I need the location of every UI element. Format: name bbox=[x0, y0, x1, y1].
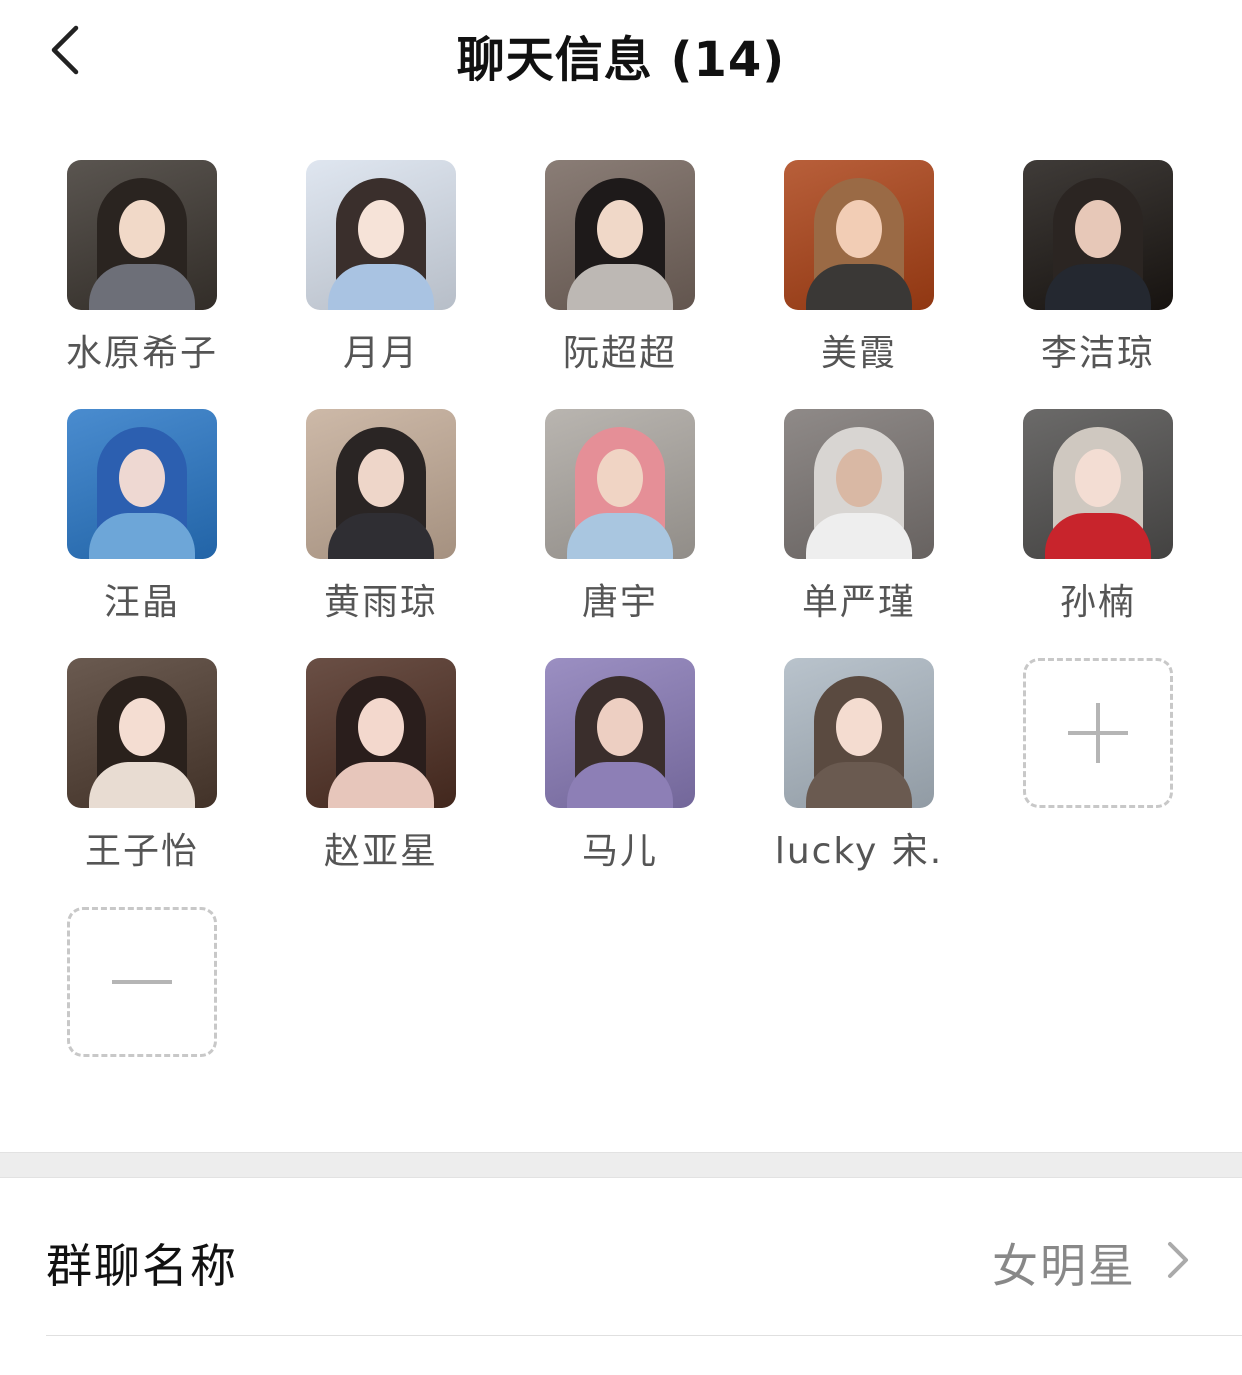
member-item[interactable]: 赵亚星 bbox=[281, 658, 481, 888]
member-name: 李洁琼 bbox=[1040, 333, 1155, 374]
chat-info-page: 聊天信息 (14) 水原希子 月月 阮超超 美霞 李洁琼汪晶 黄雨琼 唐宇 单严瑾 孙楠王子怡 赵… bbox=[0, 0, 1242, 1375]
group-name-value: 女明星 bbox=[992, 1239, 1136, 1293]
member-name: 赵亚星 bbox=[323, 831, 438, 872]
plus-icon bbox=[1068, 703, 1128, 763]
member-item[interactable]: 王子怡 bbox=[42, 658, 242, 888]
avatar[interactable] bbox=[784, 409, 934, 559]
member-name: 马儿 bbox=[581, 831, 658, 872]
member-item[interactable]: 水原希子 bbox=[42, 160, 242, 390]
avatar[interactable] bbox=[784, 658, 934, 808]
avatar[interactable] bbox=[784, 160, 934, 310]
avatar[interactable] bbox=[306, 160, 456, 310]
remove-member-box[interactable] bbox=[67, 907, 217, 1057]
row-divider bbox=[46, 1335, 1242, 1336]
member-item[interactable]: 美霞 bbox=[759, 160, 959, 390]
member-item[interactable]: 黄雨琼 bbox=[281, 409, 481, 639]
avatar[interactable] bbox=[306, 409, 456, 559]
member-item[interactable]: 汪晶 bbox=[42, 409, 242, 639]
member-name: 单严瑾 bbox=[801, 582, 916, 623]
group-name-row[interactable]: 群聊名称 女明星 bbox=[0, 1178, 1242, 1336]
avatar[interactable] bbox=[306, 658, 456, 808]
member-name: 水原希子 bbox=[65, 333, 218, 374]
member-name: 唐宇 bbox=[581, 582, 658, 623]
avatar[interactable] bbox=[1023, 160, 1173, 310]
avatar[interactable] bbox=[1023, 409, 1173, 559]
remove-member-button[interactable] bbox=[42, 907, 242, 1137]
member-name: 月月 bbox=[342, 333, 419, 374]
member-name: 黄雨琼 bbox=[323, 582, 438, 623]
member-item[interactable]: 马儿 bbox=[520, 658, 720, 888]
chevron-right-icon bbox=[1168, 1242, 1188, 1278]
member-name: lucky 宋. bbox=[774, 831, 944, 872]
member-item[interactable]: 月月 bbox=[281, 160, 481, 390]
avatar[interactable] bbox=[67, 409, 217, 559]
member-item[interactable]: 李洁琼 bbox=[998, 160, 1198, 390]
avatar[interactable] bbox=[67, 658, 217, 808]
member-item[interactable]: 唐宇 bbox=[520, 409, 720, 639]
group-name-label: 群聊名称 bbox=[46, 1239, 238, 1293]
minus-icon bbox=[112, 980, 172, 984]
member-name: 王子怡 bbox=[84, 831, 199, 872]
member-name: 孙楠 bbox=[1059, 582, 1136, 623]
page-title: 聊天信息 (14) bbox=[456, 32, 786, 88]
section-separator bbox=[0, 1152, 1242, 1178]
member-item[interactable]: 单严瑾 bbox=[759, 409, 959, 639]
avatar[interactable] bbox=[545, 658, 695, 808]
add-member-box[interactable] bbox=[1023, 658, 1173, 808]
member-item[interactable]: lucky 宋. bbox=[759, 658, 959, 888]
navigation-bar: 聊天信息 (14) bbox=[0, 0, 1242, 100]
avatar[interactable] bbox=[67, 160, 217, 310]
member-item[interactable]: 阮超超 bbox=[520, 160, 720, 390]
member-item[interactable]: 孙楠 bbox=[998, 409, 1198, 639]
member-name: 阮超超 bbox=[562, 333, 677, 374]
add-member-button[interactable] bbox=[998, 658, 1198, 888]
avatar[interactable] bbox=[545, 160, 695, 310]
member-name: 美霞 bbox=[820, 333, 897, 374]
avatar[interactable] bbox=[545, 409, 695, 559]
member-name: 汪晶 bbox=[103, 582, 180, 623]
